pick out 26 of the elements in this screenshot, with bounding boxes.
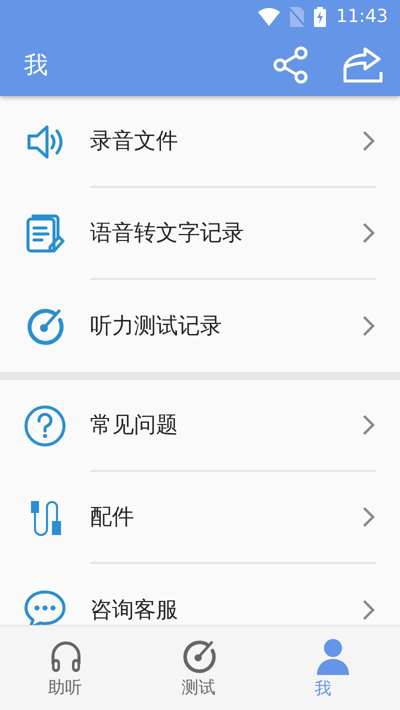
wifi-icon bbox=[258, 8, 280, 26]
speaker-icon bbox=[25, 124, 65, 160]
menu-item[interactable]: 配件 bbox=[0, 472, 400, 564]
question-icon bbox=[24, 405, 66, 447]
chat-bubble-icon bbox=[23, 589, 67, 625]
chevron-right-icon bbox=[362, 222, 376, 244]
nav-tab[interactable]: 测试 bbox=[133, 626, 267, 710]
status-time: 11:43 bbox=[336, 6, 388, 27]
gauge-icon bbox=[181, 638, 218, 674]
battery-charging-icon bbox=[314, 6, 326, 26]
menu-item[interactable]: 常见问题 bbox=[0, 380, 400, 472]
chevron-right-icon bbox=[362, 599, 376, 621]
menu-item[interactable]: 录音文件 bbox=[0, 96, 400, 188]
menu-item[interactable]: 语音转文字记录 bbox=[0, 188, 400, 280]
menu-item[interactable]: 听力测试记录 bbox=[0, 280, 400, 372]
chevron-right-icon bbox=[362, 414, 376, 436]
chevron-right-icon bbox=[362, 506, 376, 528]
menu-item[interactable]: 咨询客服 bbox=[0, 564, 400, 625]
nav-tab[interactable]: 助听 bbox=[0, 626, 134, 710]
page-title: 我 bbox=[24, 50, 49, 80]
no-sim-icon bbox=[290, 6, 304, 26]
chevron-right-icon bbox=[362, 130, 376, 152]
person-icon bbox=[314, 636, 351, 674]
chevron-right-icon bbox=[362, 315, 376, 337]
document-pen-icon bbox=[25, 213, 65, 255]
gauge-icon bbox=[25, 306, 65, 346]
